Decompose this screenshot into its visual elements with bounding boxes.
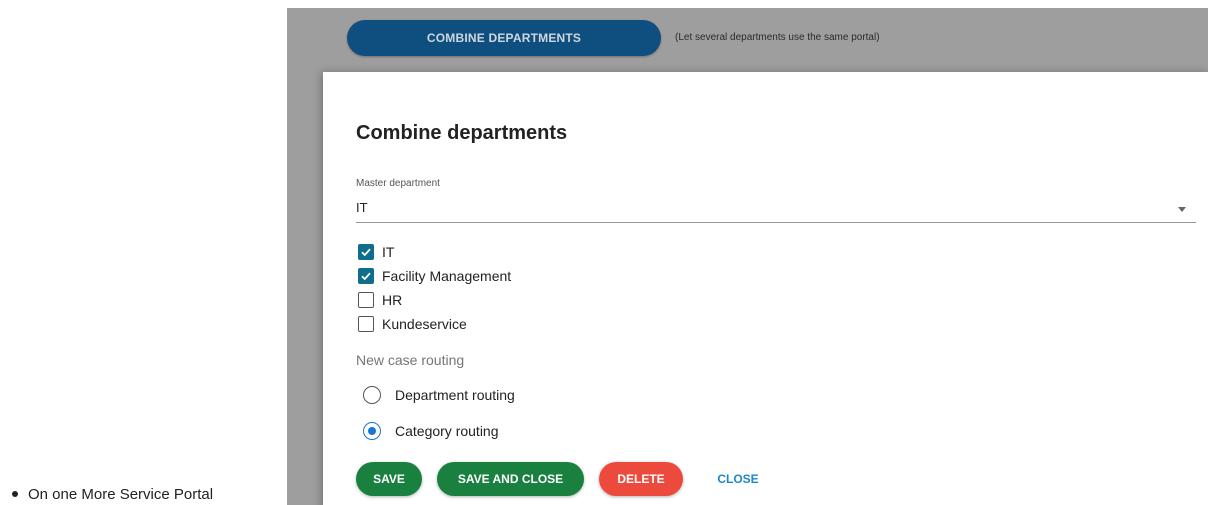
bullet-text: On one More Service Portal [28, 486, 214, 503]
case-routing-label: New case routing [356, 352, 465, 368]
radio-unselected-icon[interactable] [363, 386, 381, 404]
master-department-label: Master department [356, 178, 440, 189]
dialog-actions: SAVE SAVE AND CLOSE DELETE CLOSE [356, 462, 793, 496]
department-label: Kundeservice [382, 316, 467, 332]
case-routing-radio-group: Department routing Category routing [363, 377, 515, 449]
radio-category-routing[interactable]: Category routing [363, 413, 515, 449]
save-and-close-button[interactable]: SAVE AND CLOSE [437, 462, 584, 496]
delete-button[interactable]: DELETE [599, 462, 683, 496]
department-label: HR [382, 292, 403, 308]
master-department-select[interactable]: IT [356, 194, 1196, 223]
radio-label: Category routing [395, 423, 499, 439]
department-checkbox-facility-management[interactable]: Facility Management [358, 264, 511, 288]
combine-departments-dialog: Combine departments Master department IT… [323, 72, 1208, 505]
bullet-list-item: On one More Service Portal [8, 486, 213, 503]
bullet-dot [12, 491, 18, 498]
department-checkbox-hr[interactable]: HR [358, 288, 511, 312]
close-button[interactable]: CLOSE [698, 462, 778, 496]
combine-departments-hint: (Let several departments use the same po… [675, 32, 880, 43]
screenshot-panel: COMBINE DEPARTMENTS (Let several departm… [287, 8, 1208, 505]
radio-label: Department routing [395, 387, 515, 403]
department-label: IT [382, 244, 395, 260]
department-checkbox-list: IT Facility Management HR Kundeservice [358, 240, 511, 336]
save-button[interactable]: SAVE [356, 462, 422, 496]
dropdown-arrow-icon[interactable] [1178, 207, 1186, 212]
department-checkbox-it[interactable]: IT [358, 240, 511, 264]
combine-departments-button[interactable]: COMBINE DEPARTMENTS [347, 20, 661, 56]
department-checkbox-kundeservice[interactable]: Kundeservice [358, 312, 511, 336]
checkbox-checked-icon[interactable] [358, 244, 374, 260]
master-department-value: IT [356, 200, 368, 215]
checkbox-checked-icon[interactable] [358, 268, 374, 284]
radio-dot [368, 427, 376, 435]
checkbox-unchecked-icon[interactable] [358, 316, 374, 332]
department-label: Facility Management [382, 268, 512, 284]
dialog-title: Combine departments [356, 122, 568, 144]
checkbox-unchecked-icon[interactable] [358, 292, 374, 308]
radio-department-routing[interactable]: Department routing [363, 377, 515, 413]
radio-selected-icon[interactable] [363, 422, 381, 440]
